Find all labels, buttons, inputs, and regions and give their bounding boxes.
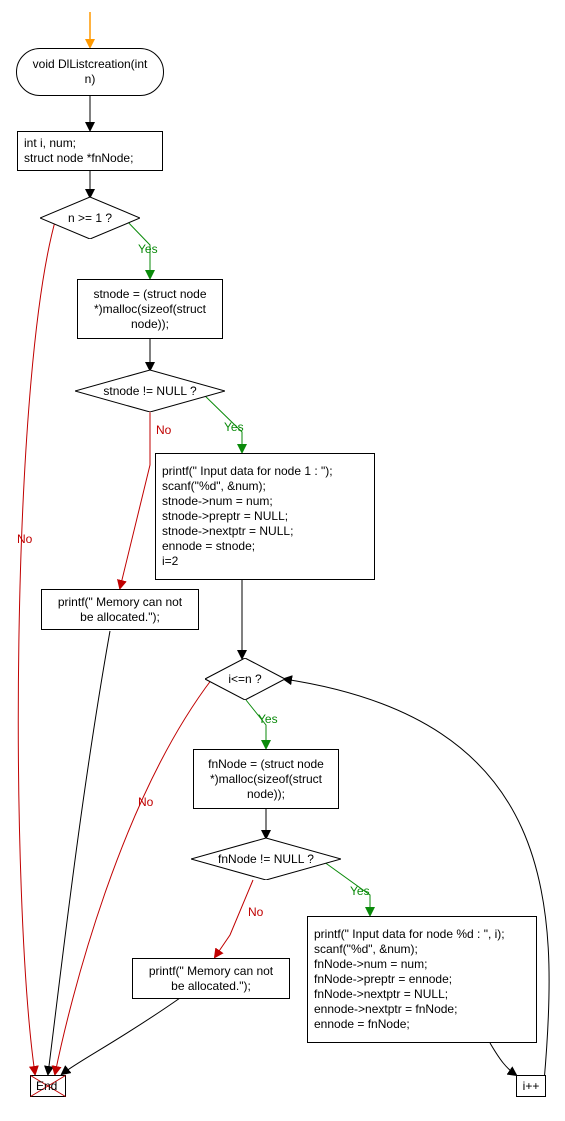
edge-label-cond_loop-yes: Yes <box>258 712 278 726</box>
edge-label-cond_st-yes: Yes <box>224 420 244 434</box>
process-init-block: printf(" Input data for node 1 : "); sca… <box>155 453 375 580</box>
terminator-end: End <box>30 1075 66 1097</box>
edge-mem1-end <box>48 631 110 1074</box>
process-init-block-label: printf(" Input data for node 1 : "); sca… <box>162 464 333 569</box>
edge-body-incr <box>490 1043 516 1075</box>
decision-i-le-n: i<=n ? <box>205 658 285 700</box>
decision-n-ge-1: n >= 1 ? <box>40 197 140 239</box>
process-decls-label: int i, num; struct node *fnNode; <box>24 136 133 166</box>
edge-mem2-end <box>62 998 180 1074</box>
edge-cond_n-no <box>18 218 56 1074</box>
decision-fnNode-not-null-label: fnNode != NULL ? <box>218 852 314 867</box>
edge-label-cond_fn-yes: Yes <box>350 884 370 898</box>
process-increment: i++ <box>516 1075 546 1097</box>
edge-label-cond_st-no: No <box>156 423 171 437</box>
process-fnNode-malloc: fnNode = (struct node *)malloc(sizeof(st… <box>193 749 339 809</box>
edge-cond_loop-no <box>55 679 212 1074</box>
process-decls: int i, num; struct node *fnNode; <box>17 131 163 171</box>
edge-label-cond_n-yes: Yes <box>138 242 158 256</box>
process-mem-error-1-label: printf(" Memory can not be allocated."); <box>58 595 182 625</box>
process-stnode-malloc: stnode = (struct node *)malloc(sizeof(st… <box>77 279 223 339</box>
process-mem-error-2-label: printf(" Memory can not be allocated."); <box>149 964 273 994</box>
edge-label-cond_n-no: No <box>17 532 32 546</box>
terminator-end-label: End <box>36 1079 57 1093</box>
edge-label-cond_loop-no: No <box>138 795 153 809</box>
flowchart: void DlListcreation(int n) int i, num; s… <box>0 0 565 1121</box>
edge-label-cond_fn-no: No <box>248 905 263 919</box>
decision-n-ge-1-label: n >= 1 ? <box>68 211 112 226</box>
process-loop-body: printf(" Input data for node %d : ", i);… <box>307 916 537 1043</box>
process-mem-error-1: printf(" Memory can not be allocated."); <box>41 589 199 630</box>
process-fnNode-malloc-label: fnNode = (struct node *)malloc(sizeof(st… <box>208 757 324 802</box>
process-mem-error-2: printf(" Memory can not be allocated."); <box>132 958 290 999</box>
process-stnode-malloc-label: stnode = (struct node *)malloc(sizeof(st… <box>93 287 206 332</box>
decision-stnode-not-null: stnode != NULL ? <box>75 370 225 412</box>
process-increment-label: i++ <box>523 1079 540 1094</box>
process-loop-body-label: printf(" Input data for node %d : ", i);… <box>314 927 505 1032</box>
terminator-start: void DlListcreation(int n) <box>16 48 164 96</box>
decision-i-le-n-label: i<=n ? <box>228 672 261 687</box>
terminator-start-label: void DlListcreation(int n) <box>33 57 148 87</box>
decision-stnode-not-null-label: stnode != NULL ? <box>103 384 196 399</box>
decision-fnNode-not-null: fnNode != NULL ? <box>191 838 341 880</box>
edge-cond_st-no <box>120 412 150 588</box>
